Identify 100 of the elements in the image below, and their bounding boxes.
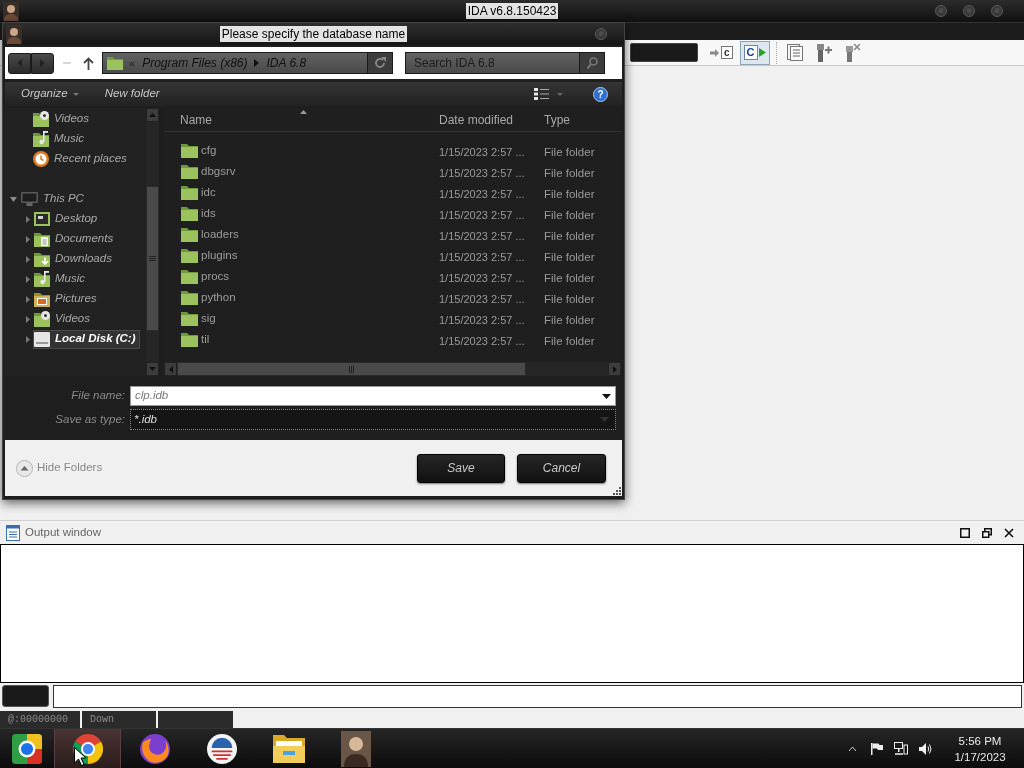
column-header[interactable]: Type bbox=[536, 108, 621, 132]
tree-arrow-icon[interactable] bbox=[26, 315, 30, 323]
jump-button[interactable]: c bbox=[706, 40, 737, 65]
search-icon bbox=[586, 57, 598, 69]
round-window-button[interactable] bbox=[595, 28, 607, 40]
download-folder-icon bbox=[34, 251, 50, 267]
date-modified-text: 1/15/2023 2:57 ... bbox=[439, 250, 525, 263]
date-modified-text: 1/15/2023 2:57 ... bbox=[439, 145, 525, 158]
square-ring-logo-icon bbox=[12, 733, 42, 764]
date-modified-text: 1/15/2023 2:57 ... bbox=[439, 334, 525, 347]
help-button[interactable]: ? bbox=[593, 86, 608, 102]
folder-icon bbox=[181, 206, 198, 221]
document-icon bbox=[6, 524, 20, 541]
folder-item[interactable]: plugins bbox=[181, 246, 238, 265]
round-window-button[interactable] bbox=[963, 5, 975, 17]
organize-menu[interactable]: Organize bbox=[21, 85, 79, 103]
forward-button[interactable] bbox=[31, 52, 54, 74]
new-folder-button[interactable]: New folder bbox=[104, 85, 160, 103]
file-type-text: File folder bbox=[544, 334, 595, 347]
globe-flame-icon bbox=[139, 733, 170, 764]
scrollbar-thumb[interactable] bbox=[177, 362, 526, 376]
nav-item[interactable]: Music bbox=[33, 269, 90, 289]
clock[interactable]: 5:56 PM 1/17/2023 bbox=[950, 732, 1010, 765]
restore-icon[interactable] bbox=[982, 527, 992, 538]
maximize-icon[interactable] bbox=[960, 527, 970, 538]
folder-item[interactable]: til bbox=[181, 330, 210, 349]
grip-icon bbox=[349, 365, 354, 373]
cancel-button[interactable]: Cancel bbox=[517, 453, 606, 483]
tree-arrow-icon[interactable] bbox=[26, 275, 30, 283]
down-triangle-icon bbox=[149, 367, 156, 371]
search-button[interactable] bbox=[580, 52, 605, 74]
tree-arrow-icon[interactable] bbox=[26, 235, 30, 243]
refresh-icon bbox=[374, 57, 386, 69]
folder-item[interactable]: cfg bbox=[181, 141, 217, 160]
person-silhouette-icon bbox=[340, 730, 371, 767]
command-input-field[interactable] bbox=[53, 684, 1022, 708]
back-button[interactable] bbox=[8, 52, 31, 74]
network-icon[interactable] bbox=[894, 742, 908, 755]
file-type-text: File folder bbox=[544, 250, 595, 263]
nav-item[interactable]: Downloads bbox=[33, 249, 116, 269]
arrow-icon bbox=[710, 48, 719, 57]
refresh-button[interactable] bbox=[367, 53, 392, 73]
nav-item[interactable]: Music bbox=[32, 129, 89, 149]
folder-icon bbox=[181, 185, 198, 200]
column-header[interactable]: Name bbox=[164, 108, 431, 132]
search-field[interactable]: Search IDA 6.8 bbox=[405, 52, 580, 74]
save-button[interactable]: Save bbox=[417, 453, 505, 483]
nav-item[interactable]: Videos bbox=[33, 309, 94, 329]
round-window-button[interactable] bbox=[991, 5, 1003, 17]
folder-item[interactable]: python bbox=[181, 288, 236, 307]
run-button[interactable]: C bbox=[739, 40, 770, 65]
folder-item[interactable]: dbgsrv bbox=[181, 162, 236, 181]
nav-item[interactable]: This PC bbox=[20, 189, 88, 209]
tree-arrow-icon[interactable] bbox=[26, 215, 30, 223]
toolbar-input-field[interactable] bbox=[630, 43, 698, 62]
date-modified-text: 1/15/2023 2:57 ... bbox=[439, 271, 525, 284]
folder-icon bbox=[181, 143, 198, 158]
nav-item[interactable]: Recent places bbox=[32, 149, 131, 169]
tree-arrow-icon[interactable] bbox=[10, 196, 17, 202]
resize-grip-icon[interactable] bbox=[613, 487, 621, 495]
file-name-combobox[interactable]: clp.idb bbox=[130, 386, 616, 406]
column-header[interactable]: Date modified bbox=[431, 108, 536, 132]
dropdown-caret-icon[interactable] bbox=[602, 393, 611, 399]
chevron-up-icon[interactable] bbox=[849, 746, 856, 751]
file-type-text: File folder bbox=[544, 313, 595, 326]
view-list-icon[interactable] bbox=[534, 88, 549, 100]
round-window-button[interactable] bbox=[935, 5, 947, 17]
music-folder-icon bbox=[34, 271, 50, 287]
nav-item[interactable]: Local Disk (C:) bbox=[33, 329, 140, 349]
folder-icon bbox=[272, 734, 305, 763]
tree-arrow-icon[interactable] bbox=[26, 335, 30, 343]
date-modified-text: 1/15/2023 2:57 ... bbox=[439, 166, 525, 179]
folder-item[interactable]: ids bbox=[181, 204, 216, 223]
folder-item[interactable]: procs bbox=[181, 267, 230, 286]
close-icon[interactable] bbox=[1004, 527, 1014, 538]
monitor-icon bbox=[21, 192, 38, 206]
status-segment: @:00000000 bbox=[0, 711, 80, 728]
folder-item[interactable]: idc bbox=[181, 183, 216, 202]
up-arrow-icon[interactable] bbox=[83, 56, 94, 70]
nav-item[interactable]: Documents bbox=[33, 229, 118, 249]
date-modified-text: 1/15/2023 2:57 ... bbox=[439, 292, 525, 305]
nav-item[interactable]: Videos bbox=[32, 109, 93, 129]
command-button[interactable] bbox=[2, 685, 49, 707]
video-folder-icon bbox=[33, 111, 49, 127]
folder-icon bbox=[181, 311, 198, 326]
speaker-icon[interactable] bbox=[919, 742, 932, 755]
taskbar-app[interactable] bbox=[54, 728, 121, 768]
folder-item[interactable]: loaders bbox=[181, 225, 239, 244]
folder-icon bbox=[181, 227, 198, 242]
scrollbar-thumb[interactable] bbox=[146, 186, 159, 331]
tree-arrow-icon[interactable] bbox=[26, 295, 30, 303]
nav-item[interactable]: Desktop bbox=[33, 209, 102, 229]
up-triangle-icon bbox=[149, 113, 156, 117]
nav-item[interactable]: Pictures bbox=[33, 289, 101, 309]
flag-icon[interactable] bbox=[871, 742, 883, 755]
tree-arrow-icon[interactable] bbox=[26, 255, 30, 263]
breadcrumb-arrow-icon[interactable] bbox=[254, 59, 260, 67]
save-type-dropdown[interactable]: *.idb bbox=[130, 409, 616, 430]
folder-item[interactable]: sig bbox=[181, 309, 216, 328]
document-folder-icon bbox=[34, 231, 50, 247]
